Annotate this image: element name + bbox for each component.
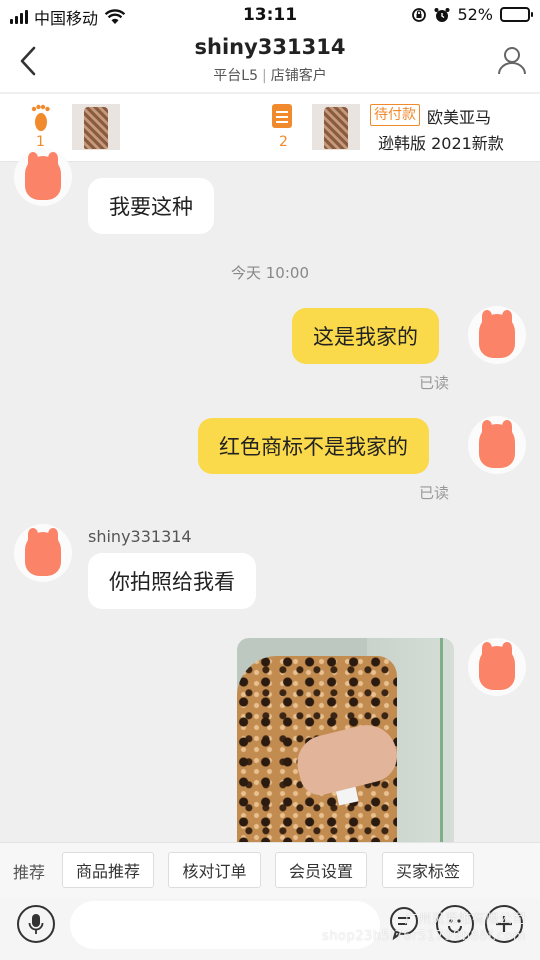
shop-avatar[interactable] <box>468 306 526 364</box>
order-product-thumbnail[interactable] <box>312 104 360 150</box>
customer-type: 店铺客户 <box>270 68 327 84</box>
status-right: 52% <box>411 5 533 24</box>
message-bubble[interactable]: 我要这种 <box>88 178 214 234</box>
shop-avatar[interactable] <box>468 638 526 696</box>
orientation-lock-icon <box>412 7 427 22</box>
chat-title: shiny331314 <box>194 35 346 59</box>
read-receipt: 已读 <box>419 374 450 392</box>
message-bubble[interactable]: 你拍照给我看 <box>88 553 256 609</box>
order-count: 2 <box>279 134 288 150</box>
customer-avatar[interactable] <box>14 148 72 206</box>
tag-buyer-labels[interactable]: 买家标签 <box>382 852 474 888</box>
alarm-icon <box>434 7 450 22</box>
watermark-url: shop23h5i76r51799b88f.com <box>322 929 526 944</box>
shop-avatar[interactable] <box>468 416 526 474</box>
tag-member-settings[interactable]: 会员设置 <box>275 852 367 888</box>
tag-product-recommend[interactable]: 商品推荐 <box>62 852 154 888</box>
message-timestamp: 今天 10:00 <box>231 264 309 282</box>
watermark-company: 广州见贤惟有限公司 <box>404 912 526 927</box>
tag-check-order[interactable]: 核对订单 <box>168 852 261 888</box>
subtitle-separator: | <box>262 68 267 84</box>
profile-icon[interactable] <box>496 44 528 76</box>
chat-header: shiny331314 平台L5 | 店铺客户 <box>0 30 540 92</box>
product-title-line2[interactable]: 逊韩版 2021新款 <box>378 130 504 154</box>
microphone-icon <box>28 914 44 934</box>
viewed-product-thumbnail[interactable] <box>72 104 120 150</box>
read-receipt: 已读 <box>419 484 450 502</box>
battery-percent: 52% <box>457 5 493 24</box>
customer-avatar[interactable] <box>14 524 72 582</box>
footprint-icon[interactable] <box>30 104 52 132</box>
order-icon[interactable] <box>272 104 292 128</box>
battery-icon <box>500 7 533 22</box>
quick-action-bar: 推荐 商品推荐 核对订单 会员设置 买家标签 <box>0 842 540 898</box>
chat-subtitle: 平台L5 | 店铺客户 <box>0 65 540 85</box>
voice-button[interactable] <box>17 905 55 943</box>
message-bubble[interactable]: 这是我家的 <box>292 308 439 364</box>
payment-status-badge: 待付款 <box>370 104 420 126</box>
quick-bar-label: 推荐 <box>13 863 46 882</box>
sender-name: shiny331314 <box>88 527 192 546</box>
input-bar: 广州见贤惟有限公司 shop23h5i76r51799b88f.com <box>0 898 540 960</box>
image-message[interactable]: BELLE <box>237 638 454 850</box>
product-title-line1[interactable]: 欧美亚马 <box>427 104 491 128</box>
message-bubble[interactable]: 红色商标不是我家的 <box>198 418 429 474</box>
user-level: 平台L5 <box>213 68 258 84</box>
status-bar: 中国移动 13:11 52% <box>0 0 540 30</box>
